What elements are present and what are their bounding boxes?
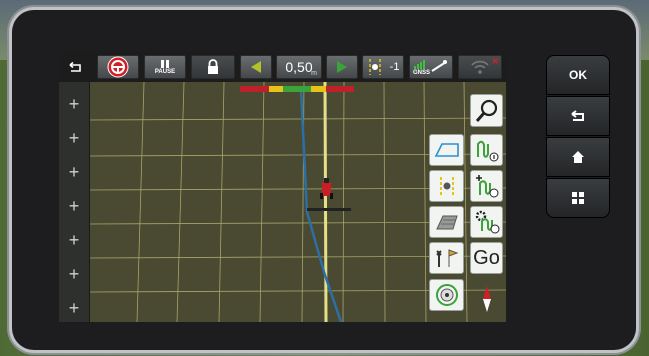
track-guidance-icon <box>439 177 454 195</box>
zoom-button[interactable] <box>470 94 503 127</box>
working-width-unit: m <box>311 70 317 77</box>
add-icon[interactable]: + <box>66 299 82 317</box>
back-hardware-button[interactable] <box>546 96 610 136</box>
ok-label: OK <box>569 68 587 82</box>
track-number-button[interactable]: -1 <box>362 55 404 79</box>
gnss-label: GNSS <box>413 70 431 76</box>
field-info-icon <box>476 140 498 162</box>
wifi-icon <box>471 60 489 74</box>
steering-wheel-icon <box>107 56 129 78</box>
add-icon[interactable]: + <box>66 129 82 147</box>
ok-hardware-button[interactable]: OK <box>546 55 610 95</box>
shift-left-button[interactable] <box>240 55 272 79</box>
pause-icon <box>161 60 169 68</box>
pause-button[interactable]: PAUSE <box>144 55 186 79</box>
section-control-icon <box>435 284 458 306</box>
add-icon[interactable]: + <box>66 265 82 283</box>
working-width-field[interactable]: 0,50 m <box>276 55 322 79</box>
lightbar-segment <box>268 86 283 92</box>
home-icon <box>572 151 584 163</box>
go-label: Go <box>473 246 500 269</box>
add-icon[interactable]: + <box>66 163 82 181</box>
implement-button[interactable] <box>429 206 464 238</box>
track-number: -1 <box>389 61 400 73</box>
shift-right-button[interactable] <box>326 55 358 79</box>
return-icon <box>571 110 584 121</box>
track-guidance-icon <box>368 59 381 75</box>
compass-icon <box>477 284 497 314</box>
return-icon <box>69 61 81 72</box>
guidance-line <box>323 82 328 322</box>
implement-bar <box>307 208 351 211</box>
lightbar-segment <box>339 86 354 92</box>
gnss-status-button[interactable]: GNSS <box>409 55 453 79</box>
go-button[interactable]: Go <box>470 242 503 274</box>
apps-hardware-button[interactable] <box>546 178 610 218</box>
new-field-icon <box>475 175 498 198</box>
add-icon[interactable]: + <box>66 197 82 215</box>
wrench-flag-icon <box>435 249 458 267</box>
lightbar-segment <box>325 86 340 92</box>
add-icon[interactable]: + <box>66 95 82 113</box>
lightbar-segment <box>282 86 297 92</box>
working-width-value: 0,50 <box>285 59 313 75</box>
implement-icon <box>435 215 458 230</box>
gear-icon <box>475 210 499 234</box>
back-button[interactable] <box>63 55 87 79</box>
lightbar-segment <box>311 86 326 92</box>
add-icon[interactable]: + <box>66 231 82 249</box>
pause-label: PAUSE <box>154 69 176 75</box>
left-toolbar: + + + + + + + <box>59 82 90 322</box>
section-control-button[interactable] <box>429 279 464 311</box>
field-boundary-button[interactable] <box>429 134 464 166</box>
lock-button[interactable] <box>191 55 235 79</box>
new-field-button[interactable] <box>470 170 503 202</box>
guidance-mode-button[interactable] <box>429 170 464 202</box>
field-boundary-icon <box>434 143 459 157</box>
grid-icon <box>572 192 584 204</box>
driven-track <box>299 89 343 322</box>
rtk-connection-button[interactable]: ✕ <box>458 55 502 79</box>
tools-button[interactable] <box>429 242 464 274</box>
lightbar-segment <box>297 86 312 92</box>
lock-icon <box>208 59 218 74</box>
magnifier-icon <box>475 99 497 122</box>
field-info-button[interactable] <box>470 134 503 166</box>
lightbar-segment <box>240 86 255 92</box>
triangle-right-icon <box>337 61 347 73</box>
lightbar-segment <box>254 86 269 92</box>
error-x-icon: ✕ <box>491 56 499 66</box>
lightbar <box>240 86 354 92</box>
screen: PAUSE 0,50 m -1 GNSS ✕ + + + + + + + Go <box>59 52 506 322</box>
field-settings-button[interactable] <box>470 206 503 238</box>
top-bar: PAUSE 0,50 m -1 GNSS ✕ <box>59 52 506 83</box>
triangle-left-icon <box>251 61 261 73</box>
steering-button[interactable] <box>97 55 139 79</box>
home-hardware-button[interactable] <box>546 137 610 177</box>
